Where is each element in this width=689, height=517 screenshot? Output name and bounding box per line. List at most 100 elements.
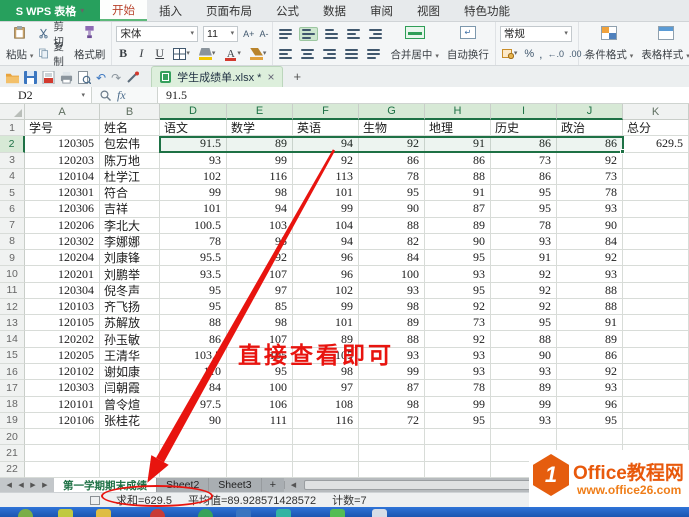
cell-I11[interactable]: 92 (491, 283, 557, 299)
cell-G12[interactable]: 98 (359, 299, 425, 315)
cell-F10[interactable]: 96 (293, 266, 359, 282)
percent-format-button[interactable]: % (524, 48, 534, 60)
cell-G8[interactable]: 82 (359, 234, 425, 250)
add-sheet-button[interactable]: + (262, 478, 284, 492)
cell-F21[interactable] (293, 445, 359, 461)
cell-E20[interactable] (227, 429, 293, 445)
row-header-12[interactable]: 12 (0, 299, 25, 315)
cell-E4[interactable]: 116 (227, 169, 293, 185)
taskbar-app-icon[interactable] (372, 509, 387, 517)
cell-D10[interactable]: 93.5 (160, 266, 227, 282)
cell-J3[interactable]: 92 (557, 153, 623, 169)
cell-F4[interactable]: 113 (293, 169, 359, 185)
cell-F3[interactable]: 92 (293, 153, 359, 169)
cell-J9[interactable]: 92 (557, 250, 623, 266)
taskbar-app-icon[interactable] (236, 509, 251, 517)
signature-pen-icon[interactable] (126, 71, 139, 84)
cell-I19[interactable]: 93 (491, 413, 557, 429)
cell-K9[interactable] (623, 250, 689, 266)
cell-B9[interactable]: 刘康锋 (100, 250, 160, 266)
export-pdf-icon[interactable] (42, 71, 55, 84)
new-document-button[interactable]: + (293, 69, 301, 87)
cell-D5[interactable]: 99 (160, 185, 227, 201)
cell-F8[interactable]: 94 (293, 234, 359, 250)
cell-K16[interactable] (623, 364, 689, 380)
number-format-select[interactable]: 常规▾ (500, 26, 572, 42)
cell-H22[interactable] (425, 462, 491, 478)
sheet-tab-term1[interactable]: 第一学期期末成绩 (54, 478, 157, 492)
cell-J1[interactable]: 政治 (557, 120, 623, 136)
open-folder-icon[interactable] (6, 71, 19, 84)
wps-logo[interactable]: S WPS 表格 ▾ (0, 0, 100, 21)
format-painter-button[interactable]: 格式刷 (72, 25, 108, 63)
cell-A21[interactable] (25, 445, 100, 461)
cell-D1[interactable]: 语文 (160, 120, 227, 136)
cell-A15[interactable]: 120205 (25, 348, 100, 364)
cell-I1[interactable]: 历史 (491, 120, 557, 136)
column-header-J[interactable]: J (557, 104, 623, 120)
cell-I8[interactable]: 93 (491, 234, 557, 250)
row-header-19[interactable]: 19 (0, 413, 25, 429)
cell-I9[interactable]: 91 (491, 250, 557, 266)
cell-H19[interactable]: 95 (425, 413, 491, 429)
cell-A6[interactable]: 120306 (25, 201, 100, 217)
cell-A10[interactable]: 120201 (25, 266, 100, 282)
tab-home[interactable]: 开始 (100, 0, 147, 21)
print-icon[interactable] (60, 71, 73, 84)
tab-page-layout[interactable]: 页面布局 (194, 0, 264, 21)
cell-D2[interactable]: 91.5 (160, 136, 227, 152)
cell-H20[interactable] (425, 429, 491, 445)
cell-A19[interactable]: 120106 (25, 413, 100, 429)
cell-E8[interactable]: 95 (227, 234, 293, 250)
row-header-16[interactable]: 16 (0, 364, 25, 380)
cell-I10[interactable]: 92 (491, 266, 557, 282)
table-style-button[interactable]: 表格样式 ▾ (639, 25, 689, 63)
cell-I15[interactable]: 90 (491, 348, 557, 364)
taskbar-app-icon[interactable] (330, 509, 345, 517)
cell-D20[interactable] (160, 429, 227, 445)
cell-B10[interactable]: 刘鹏举 (100, 266, 160, 282)
cell-H7[interactable]: 89 (425, 218, 491, 234)
cell-G19[interactable]: 72 (359, 413, 425, 429)
tab-data[interactable]: 数据 (311, 0, 358, 21)
increase-indent-button[interactable] (367, 28, 384, 40)
cell-G11[interactable]: 93 (359, 283, 425, 299)
conditional-format-button[interactable]: 条件格式 ▾ (583, 25, 635, 63)
cell-F12[interactable]: 99 (293, 299, 359, 315)
row-header-17[interactable]: 17 (0, 380, 25, 396)
cell-G6[interactable]: 90 (359, 201, 425, 217)
save-icon[interactable] (24, 71, 37, 84)
cell-F19[interactable]: 116 (293, 413, 359, 429)
cell-G2[interactable]: 92 (359, 136, 425, 152)
cell-E5[interactable]: 98 (227, 185, 293, 201)
cell-D19[interactable]: 90 (160, 413, 227, 429)
cell-D13[interactable]: 88 (160, 315, 227, 331)
cell-H1[interactable]: 地理 (425, 120, 491, 136)
cell-H21[interactable] (425, 445, 491, 461)
cell-B19[interactable]: 张桂花 (100, 413, 160, 429)
cell-A11[interactable]: 120304 (25, 283, 100, 299)
cell-I18[interactable]: 99 (491, 397, 557, 413)
taskbar-start-icon[interactable] (18, 509, 33, 517)
document-tab[interactable]: 学生成绩单.xlsx * × (151, 66, 283, 87)
cell-D16[interactable]: 110 (160, 364, 227, 380)
cell-F5[interactable]: 101 (293, 185, 359, 201)
cell-F1[interactable]: 英语 (293, 120, 359, 136)
cell-I20[interactable] (491, 429, 557, 445)
font-name-select[interactable]: 宋体▾ (116, 26, 198, 42)
row-header-22[interactable]: 22 (0, 462, 25, 478)
cell-B18[interactable]: 曾令煊 (100, 397, 160, 413)
cell-A1[interactable]: 学号 (25, 120, 100, 136)
align-middle-button[interactable] (299, 27, 318, 41)
cell-B2[interactable]: 包宏伟 (100, 136, 160, 152)
cell-A22[interactable] (25, 462, 100, 478)
select-all-corner[interactable] (0, 104, 25, 119)
cell-I3[interactable]: 73 (491, 153, 557, 169)
cell-K12[interactable] (623, 299, 689, 315)
cell-D11[interactable]: 95 (160, 283, 227, 299)
cell-E13[interactable]: 98 (227, 315, 293, 331)
row-header-21[interactable]: 21 (0, 445, 25, 461)
cell-D17[interactable]: 84 (160, 380, 227, 396)
cell-A13[interactable]: 120105 (25, 315, 100, 331)
cell-B3[interactable]: 陈万地 (100, 153, 160, 169)
